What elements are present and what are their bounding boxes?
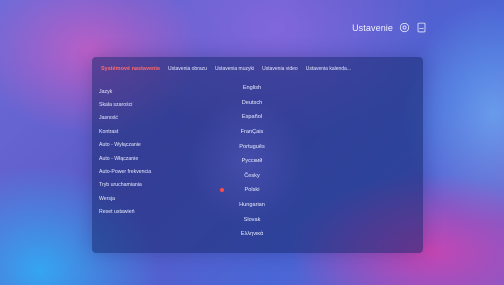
language-option-russian[interactable]: Pyccкий (207, 154, 297, 169)
language-option-espanol[interactable]: Español (207, 110, 297, 125)
top-bar: Ustavenie (352, 22, 427, 33)
sidebar-item-brightness[interactable]: Jasność (99, 112, 194, 125)
storage-icon[interactable] (416, 22, 427, 33)
sidebar-item-startup-mode[interactable]: Tryb uruchamiania (99, 179, 194, 192)
settings-panel: Systémové nastavenie Ustavenia obrazu Us… (92, 57, 423, 253)
page-title: Ustavenie (352, 22, 393, 33)
settings-sidebar: Jazyk Skala szarości Jasność Kontrast Au… (99, 85, 194, 219)
selected-indicator (220, 188, 224, 193)
sidebar-item-reset[interactable]: Reset ustawień (99, 206, 194, 219)
sidebar-item-auto-power-frequency[interactable]: Auto-Power frekvencia (99, 165, 194, 178)
language-option-slovak[interactable]: Slovak (207, 212, 297, 227)
tab-music-settings[interactable]: Ustavenia muzyki (215, 66, 254, 72)
language-label: Hungarian (239, 202, 265, 209)
language-label: Polski (244, 187, 260, 194)
tab-system-settings[interactable]: Systémové nastavenie (101, 66, 160, 72)
language-option-portugues[interactable]: Português (207, 139, 297, 154)
language-label: Slovak (243, 216, 261, 223)
language-option-hungarian[interactable]: Hungarian (207, 198, 297, 213)
sidebar-item-contrast[interactable]: Kontrast (99, 125, 194, 138)
screen: Ustavenie Systémové nastavenie Ustavenia… (0, 0, 504, 285)
language-label: Español (241, 114, 263, 121)
language-label: Česky (244, 172, 260, 179)
sidebar-item-auto-on[interactable]: Auto - Włączanie (99, 152, 194, 165)
language-option-polski[interactable]: Polski (207, 183, 297, 198)
language-option-deutsch[interactable]: Deutsch (207, 96, 297, 111)
tab-calendar-settings[interactable]: Ustavenia kalenda... (306, 66, 351, 72)
sidebar-item-auto-off[interactable]: Auto - Wyłączanie (99, 139, 194, 152)
sidebar-item-grayscale[interactable]: Skala szarości (99, 98, 194, 111)
settings-icon[interactable] (399, 22, 410, 33)
language-label: Pyccкий (241, 158, 263, 165)
language-label: FranÇais (240, 129, 264, 136)
language-option-cesky[interactable]: Česky (207, 169, 297, 184)
language-option-greek[interactable]: Ελληνικά (207, 227, 297, 242)
language-option-english[interactable]: English (207, 81, 297, 96)
tab-video-settings[interactable]: Ustavenia video (262, 66, 298, 72)
language-label: Ελληνικά (240, 231, 264, 238)
settings-tabs: Systémové nastavenie Ustavenia obrazu Us… (101, 63, 417, 75)
language-option-francais[interactable]: FranÇais (207, 125, 297, 140)
language-label: English (242, 85, 262, 92)
language-label: Deutsch (241, 99, 263, 106)
tab-image-settings[interactable]: Ustavenia obrazu (168, 66, 207, 72)
language-label: Português (239, 143, 265, 150)
sidebar-item-language[interactable]: Jazyk (99, 85, 194, 98)
sidebar-item-version[interactable]: Wersja (99, 192, 194, 205)
language-list: English Deutsch Español FranÇais Portugu… (207, 81, 297, 242)
